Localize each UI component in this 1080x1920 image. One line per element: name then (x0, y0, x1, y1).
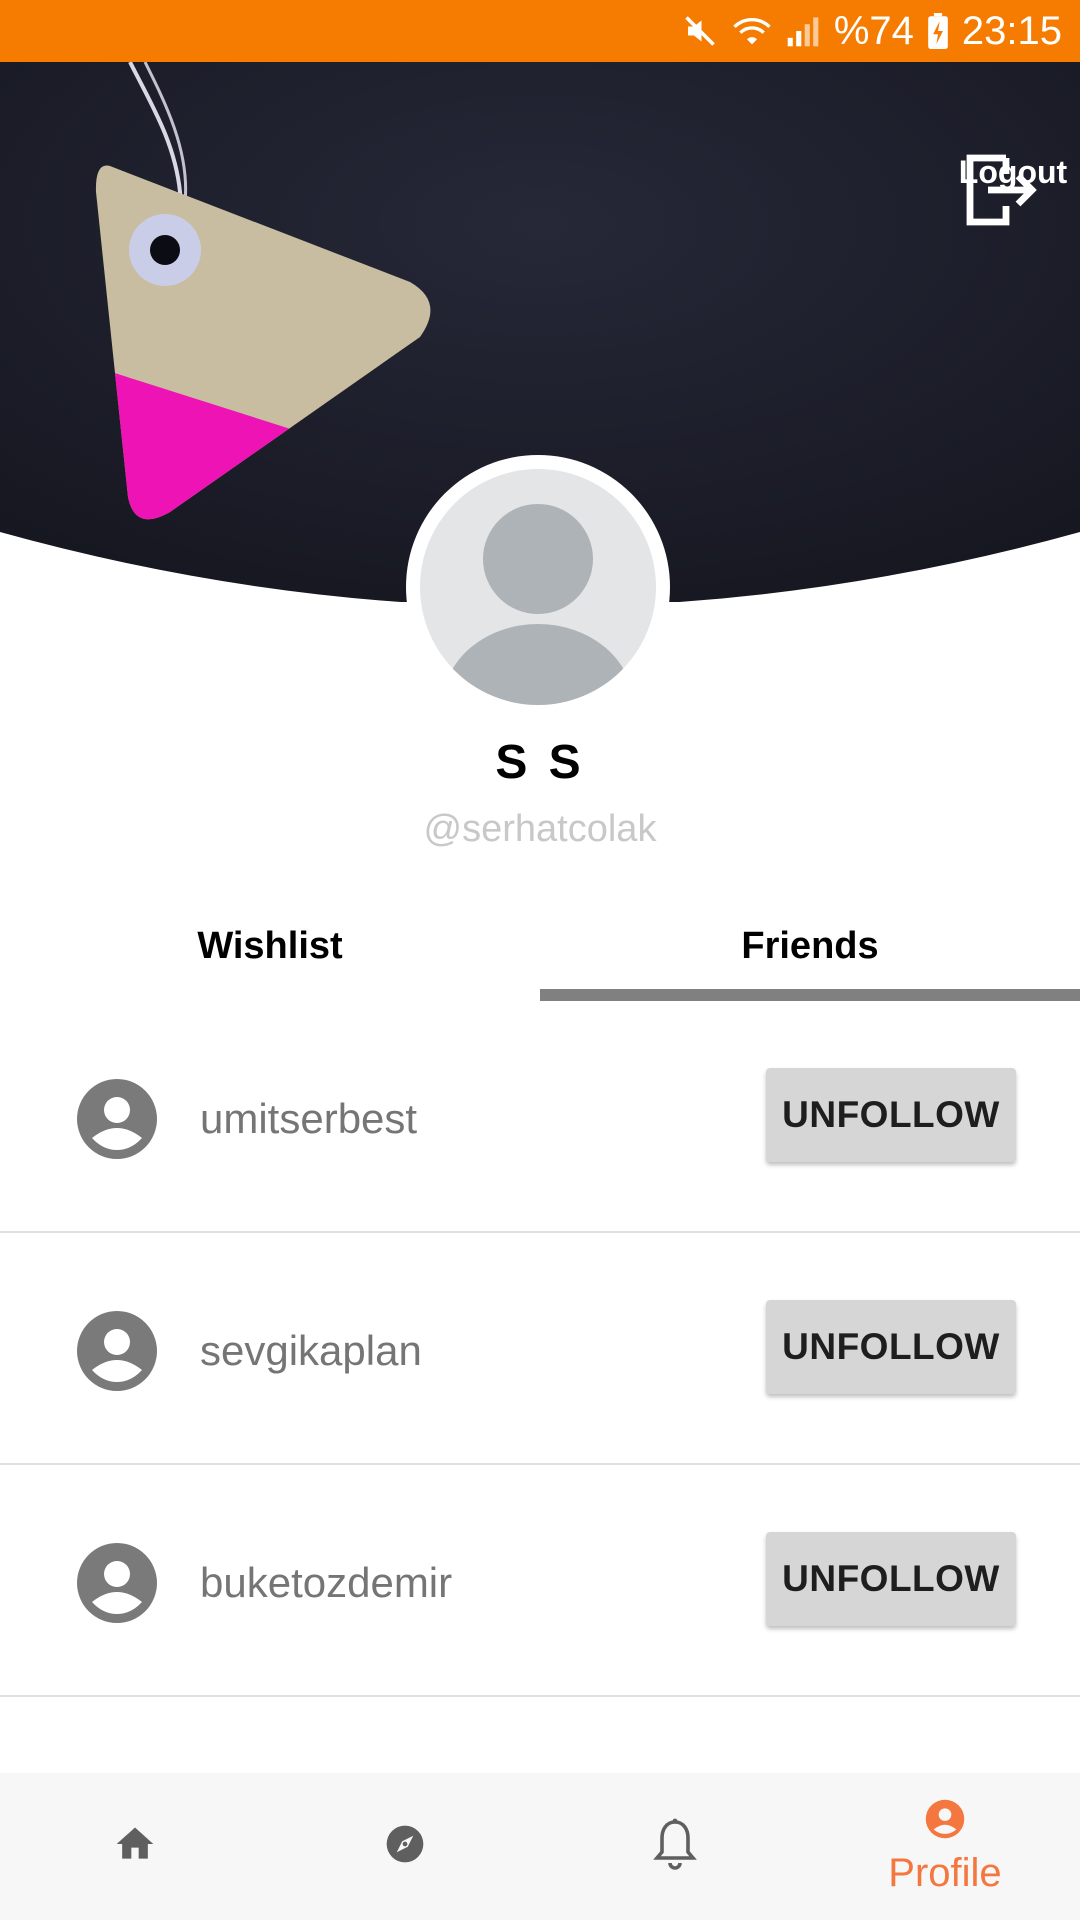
user-circle-icon (76, 1310, 158, 1392)
unfollow-button[interactable]: UNFOLLOW (766, 1532, 1016, 1626)
bell-icon (651, 1816, 699, 1877)
friend-username[interactable]: umitserbest (200, 1095, 417, 1143)
profile-handle: @serhatcolak (423, 808, 657, 850)
friends-list: umitserbest UNFOLLOW sevgikaplan UNFOLLO… (0, 1001, 1080, 1697)
nav-explore[interactable] (270, 1773, 540, 1920)
compass-icon (383, 1822, 427, 1871)
profile-tabs: Wishlist Friends (0, 915, 1080, 1001)
wifi-icon (732, 13, 772, 49)
signal-icon (786, 14, 820, 48)
profile-name: S S (495, 736, 585, 789)
nav-notifications[interactable] (540, 1773, 810, 1920)
home-icon (113, 1822, 157, 1871)
tab-wishlist[interactable]: Wishlist (0, 915, 540, 1001)
nav-profile[interactable]: Profile (810, 1773, 1080, 1920)
tab-friends[interactable]: Friends (540, 915, 1080, 1001)
user-circle-icon (76, 1542, 158, 1624)
battery-charging-icon (928, 13, 948, 49)
nav-profile-label: Profile (888, 1850, 1002, 1895)
mute-icon (682, 13, 718, 49)
default-avatar-icon (420, 469, 656, 705)
unfollow-button[interactable]: UNFOLLOW (766, 1300, 1016, 1394)
unfollow-button[interactable]: UNFOLLOW (766, 1068, 1016, 1162)
list-item: sevgikaplan UNFOLLOW (0, 1233, 1080, 1465)
logout-button[interactable]: Logout (958, 150, 1068, 226)
status-bar: %74 23:15 (0, 0, 1080, 62)
profile-icon (924, 1798, 966, 1845)
bottom-navigation: Profile (0, 1773, 1080, 1920)
list-item: umitserbest UNFOLLOW (0, 1001, 1080, 1233)
clock: 23:15 (961, 8, 1062, 53)
battery-percent: %74 (833, 8, 914, 53)
list-item: buketozdemir UNFOLLOW (0, 1465, 1080, 1697)
nav-home[interactable] (0, 1773, 270, 1920)
friend-username[interactable]: sevgikaplan (200, 1327, 422, 1375)
profile-avatar (406, 455, 670, 719)
friend-username[interactable]: buketozdemir (200, 1559, 452, 1607)
user-circle-icon (76, 1078, 158, 1160)
